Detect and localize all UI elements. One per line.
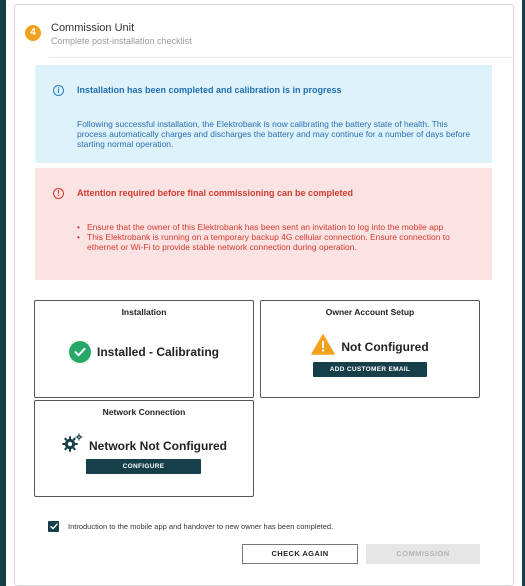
info-icon: i	[53, 85, 64, 96]
warning-list-item: This Elektrobank is running on a tempora…	[77, 232, 482, 252]
configure-button[interactable]: CONFIGURE	[86, 459, 201, 474]
check-again-button[interactable]: CHECK AGAIN	[242, 544, 358, 564]
owner-account-card: Owner Account Setup Not Configured ADD C…	[260, 300, 480, 398]
commission-button[interactable]: COMMISSION	[366, 544, 480, 564]
handover-confirmation[interactable]: Introduction to the mobile app and hando…	[48, 521, 333, 532]
info-banner-title: Installation has been completed and cali…	[77, 85, 342, 95]
owner-status-text: Not Configured	[341, 340, 429, 354]
add-customer-email-button[interactable]: ADD CUSTOMER EMAIL	[313, 362, 427, 377]
network-connection-card: Network Connection Network Not Configure…	[34, 400, 254, 497]
installation-card-title: Installation	[121, 307, 167, 317]
alert-icon: !	[53, 188, 64, 199]
handover-checkbox[interactable]	[48, 521, 59, 532]
installation-status-text: Installed - Calibrating	[96, 345, 219, 359]
handover-checkbox-label: Introduction to the mobile app and hando…	[68, 522, 334, 531]
owner-status: Not Configured	[261, 334, 479, 360]
warning-banner: ! Attention required before final commis…	[35, 168, 492, 280]
header-divider	[49, 57, 513, 58]
network-status-text: Network Not Configured	[89, 438, 227, 453]
network-card-title: Network Connection	[102, 407, 186, 417]
step-number-badge: 4	[25, 25, 41, 41]
warning-triangle-icon	[311, 334, 336, 360]
installation-card: Installation Installed - Calibrating	[34, 300, 254, 398]
owner-card-title: Owner Account Setup	[325, 307, 415, 317]
check-circle-icon	[68, 341, 91, 363]
network-status: Network Not Configured	[35, 433, 253, 458]
info-banner-body: Following successful installation, the E…	[77, 119, 471, 149]
info-banner: i Installation has been completed and ca…	[35, 65, 492, 163]
warning-list-item: Ensure that the owner of this Elektroban…	[77, 222, 482, 232]
gear-settings-icon	[61, 433, 83, 458]
step-title: Commission Unit	[51, 22, 135, 34]
warning-list: Ensure that the owner of this Elektroban…	[77, 222, 482, 252]
warning-banner-title: Attention required before final commissi…	[77, 188, 354, 198]
installation-status: Installed - Calibrating	[35, 341, 253, 363]
step-subtitle: Complete post-installation checklist	[51, 36, 192, 46]
